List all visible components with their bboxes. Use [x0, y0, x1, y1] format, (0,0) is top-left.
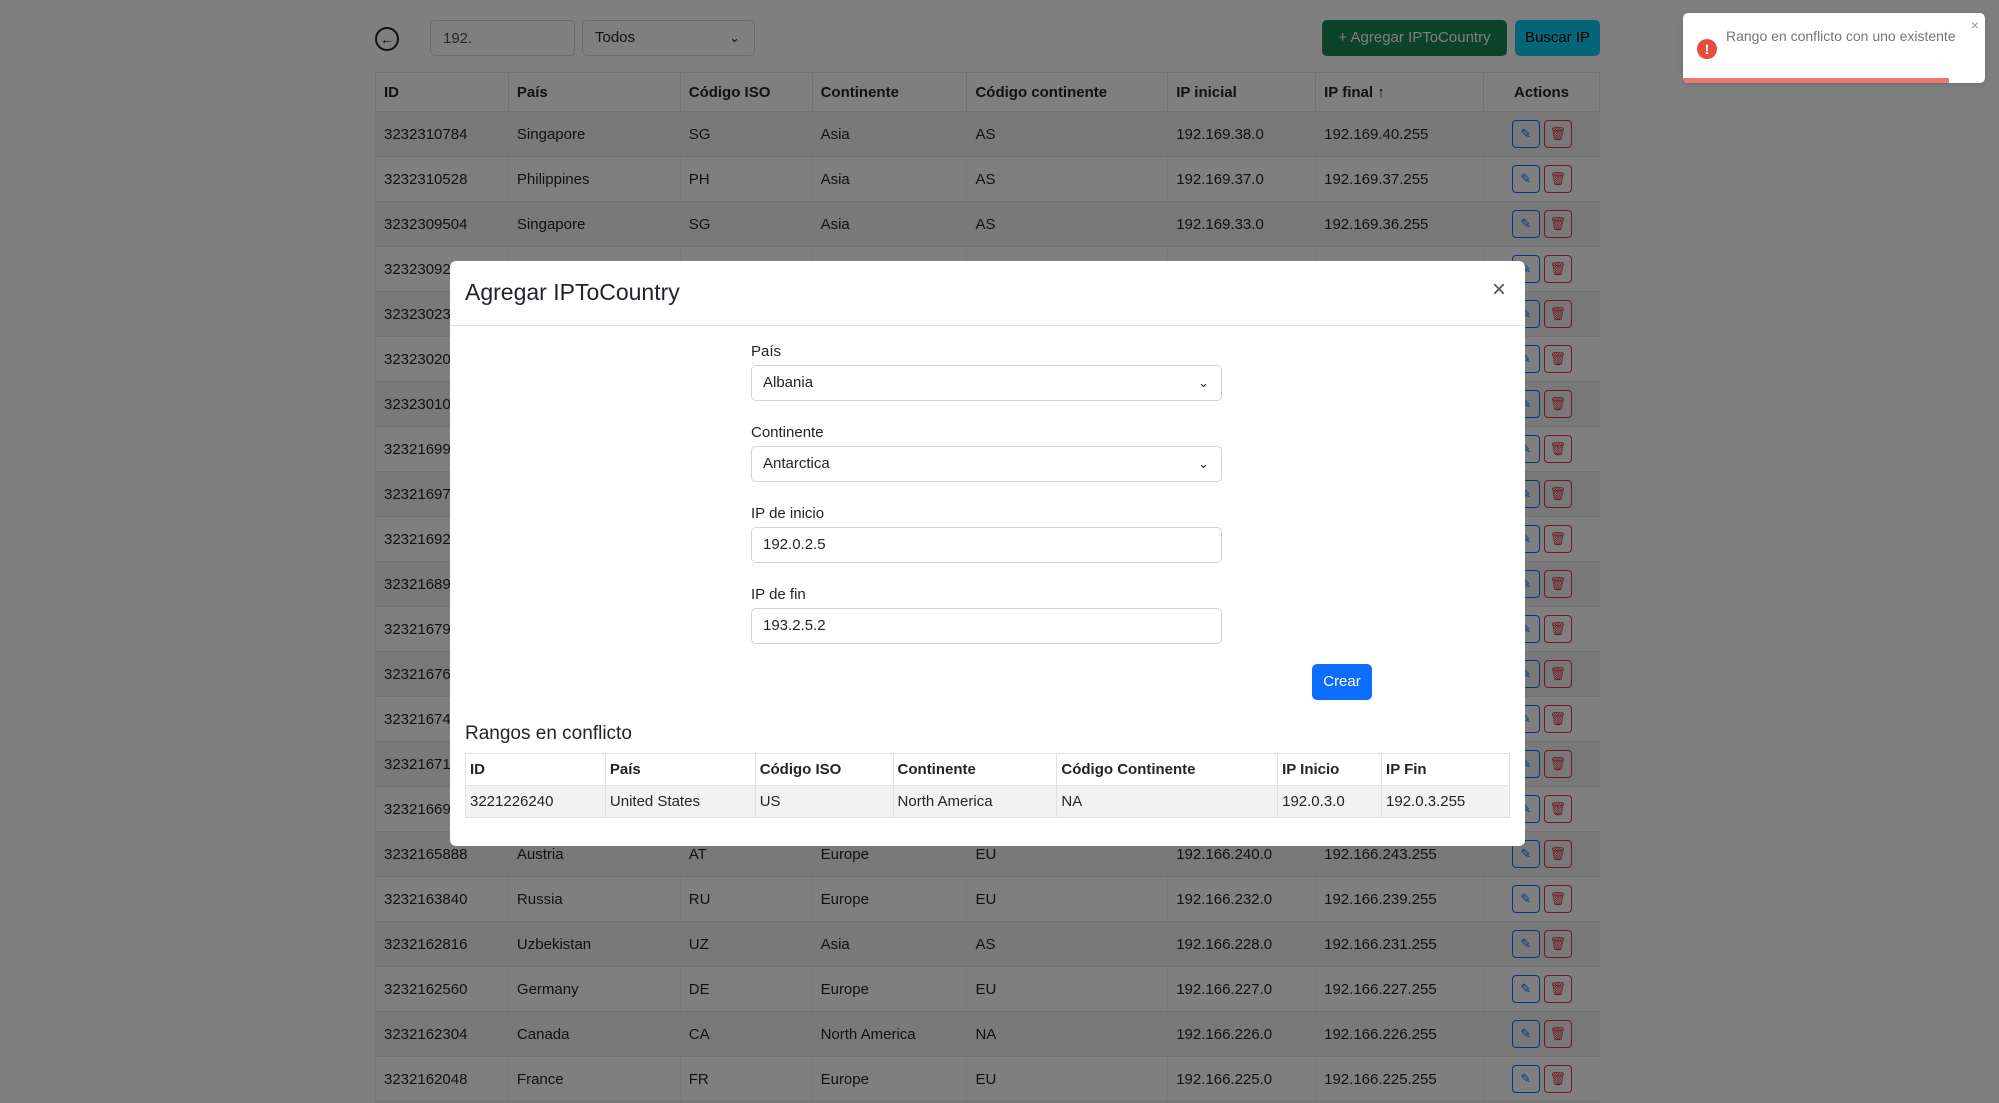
pais-label: País — [751, 343, 782, 360]
conflict-column-header: País — [604, 753, 756, 786]
conflict-cell: NA — [1056, 785, 1279, 818]
ip-inicio-value: 192.0.2.5 — [763, 536, 826, 553]
conflicts-title: Rangos en conflicto — [465, 723, 632, 744]
continente-select[interactable]: Antarctica ⌄ — [751, 446, 1222, 482]
conflict-column-header: Código Continente — [1056, 753, 1279, 786]
conflict-cell: North America — [892, 785, 1058, 818]
conflict-row: 3221226240 United States US North America NA… — [465, 785, 1510, 818]
conflicts-table: ID País Código ISO Continente Código Contine… — [465, 753, 1510, 818]
chevron-down-icon: ⌄ — [1198, 456, 1209, 471]
close-icon[interactable]: × — [1487, 278, 1511, 303]
modal-title: Agregar IPToCountry — [465, 279, 680, 305]
conflict-column-header: Continente — [892, 753, 1058, 786]
add-iptocountry-modal: Agregar IPToCountry × País Albania ⌄ Con… — [450, 261, 1525, 846]
modal-header: Agregar IPToCountry × — [450, 261, 1525, 326]
ip-inicio-label: IP de inicio — [751, 505, 825, 522]
pais-select[interactable]: Albania ⌄ — [751, 365, 1222, 401]
pais-value: Albania — [763, 374, 814, 391]
conflict-cell: 3221226240 — [465, 785, 606, 818]
ip-fin-value: 193.2.5.2 — [763, 617, 826, 634]
conflict-column-header: IP Inicio — [1277, 753, 1383, 786]
toast-message: Rango en conflicto con uno existente — [1726, 28, 1956, 44]
close-icon[interactable]: × — [1971, 17, 1979, 33]
conflict-column-header: ID — [465, 753, 606, 786]
conflict-column-header: IP Fin — [1381, 753, 1510, 786]
ip-inicio-input[interactable]: 192.0.2.5 — [751, 527, 1222, 563]
ip-fin-label: IP de fin — [751, 586, 806, 603]
error-toast: ! Rango en conflicto con uno existente × — [1683, 13, 1985, 83]
conflict-cell: 192.0.3.255 — [1381, 785, 1510, 818]
add-form: País Albania ⌄ Continente Antarctica ⌄ I… — [751, 343, 1222, 667]
exclamation-icon: ! — [1697, 39, 1717, 59]
conflict-cell: US — [754, 785, 894, 818]
continente-value: Antarctica — [763, 455, 830, 472]
ip-fin-input[interactable]: 193.2.5.2 — [751, 608, 1222, 644]
chevron-down-icon: ⌄ — [1198, 375, 1209, 390]
conflict-cell: United States — [604, 785, 756, 818]
continente-label: Continente — [751, 424, 824, 441]
create-button[interactable]: Crear — [1312, 664, 1372, 700]
conflict-column-header: Código ISO — [754, 753, 894, 786]
conflict-cell: 192.0.3.0 — [1277, 785, 1383, 818]
toast-progress-bar — [1683, 78, 1949, 83]
